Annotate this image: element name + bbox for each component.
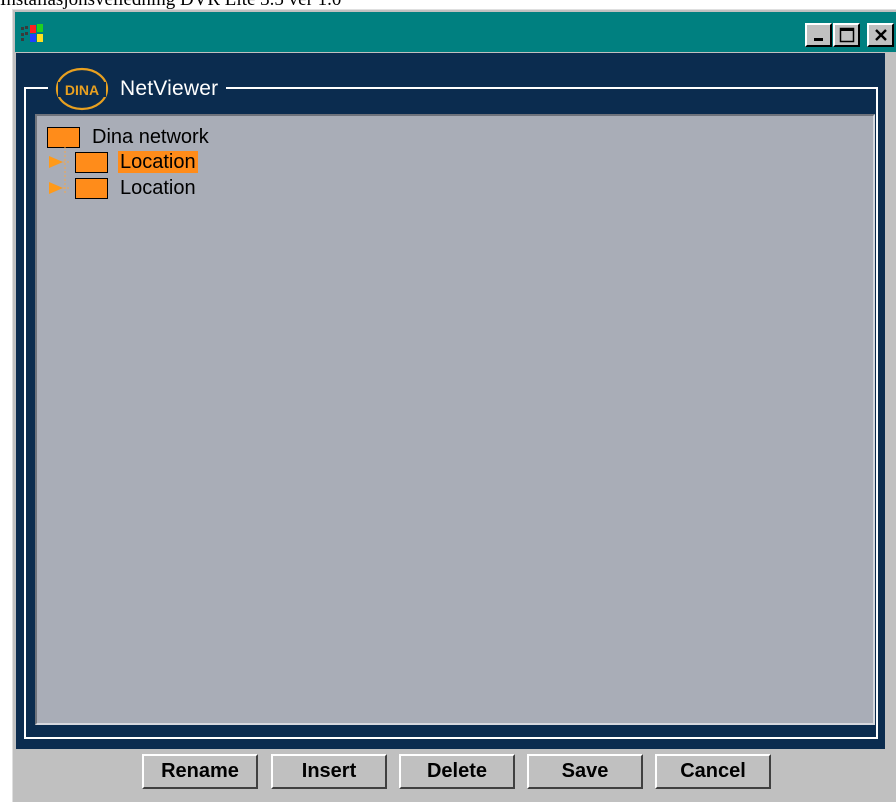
cancel-button[interactable]: Cancel: [655, 754, 771, 789]
group-legend: DINA NetViewer: [48, 65, 227, 113]
minimize-button[interactable]: [805, 23, 832, 47]
document-header: Installasjonsveiledning DVR Lite 3.5 ver…: [0, 0, 896, 9]
insert-button[interactable]: Insert: [271, 754, 387, 789]
rename-button[interactable]: Rename: [142, 754, 258, 789]
maximize-icon: [839, 27, 854, 43]
netviewer-window: DINA NetViewer Dina network Location Loc…: [12, 9, 896, 802]
minimize-icon: [813, 38, 823, 41]
network-tree[interactable]: Dina network Location Location: [35, 114, 875, 725]
location-node-icon: [75, 151, 108, 173]
svg-text:DINA: DINA: [65, 82, 99, 98]
tree-node-root[interactable]: Dina network: [47, 125, 211, 149]
expand-arrow-icon[interactable]: [47, 150, 69, 174]
maximize-button[interactable]: [833, 23, 860, 47]
tree-node-label: Location: [118, 151, 198, 173]
tree-node-location[interactable]: Location: [47, 176, 198, 200]
title-bar[interactable]: [15, 12, 896, 52]
close-icon: [874, 29, 887, 41]
button-bar: Rename Insert Delete Save Cancel: [13, 750, 896, 803]
tree-node-label: Location: [120, 177, 196, 199]
windows-logo-icon: [21, 24, 43, 42]
close-button[interactable]: [867, 23, 894, 47]
delete-button[interactable]: Delete: [399, 754, 515, 789]
network-node-icon: [47, 126, 80, 148]
location-node-icon: [75, 177, 108, 199]
panel-title: NetViewer: [120, 77, 219, 100]
dina-logo: DINA: [55, 67, 109, 111]
tree-node-location[interactable]: Location: [47, 150, 198, 174]
expand-arrow-icon[interactable]: [47, 176, 69, 200]
tree-node-label: Dina network: [92, 126, 209, 148]
client-area: DINA NetViewer Dina network Location Loc…: [16, 53, 885, 749]
save-button[interactable]: Save: [527, 754, 643, 789]
